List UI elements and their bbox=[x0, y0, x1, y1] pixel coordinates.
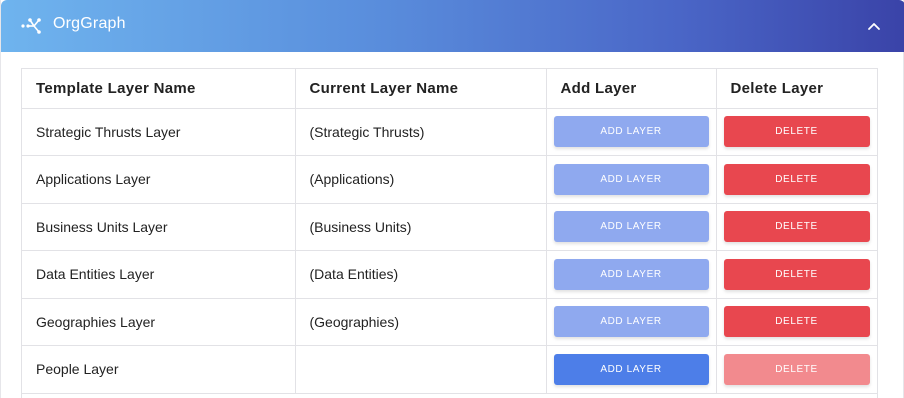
add-layer-button[interactable]: ADD LAYER bbox=[553, 163, 709, 195]
table-row: Applications Layer (Applications) ADD LA… bbox=[22, 155, 878, 204]
current-layer-name: (Data Entities) bbox=[295, 250, 547, 299]
delete-cell: DELETE bbox=[716, 203, 878, 251]
table-row: Data Entities Layer (Data Entities) ADD … bbox=[22, 250, 878, 299]
add-layer-button[interactable]: ADD LAYER bbox=[553, 211, 709, 243]
add-cell: ADD LAYER bbox=[546, 345, 717, 394]
delete-layer-button[interactable]: DELETE bbox=[723, 163, 870, 195]
table-row: Business Units Layer (Business Units) AD… bbox=[22, 203, 878, 251]
delete-cell: DELETE bbox=[716, 298, 878, 346]
template-layer-name: Data Entities Layer bbox=[22, 250, 296, 299]
template-layer-name: Business Units Layer bbox=[22, 203, 296, 251]
delete-cell: DELETE bbox=[716, 250, 878, 299]
template-layer-name: Applications Layer bbox=[22, 155, 296, 204]
delete-layer-button[interactable]: DELETE bbox=[723, 116, 870, 148]
table-row: Geographies Layer (Geographies) ADD LAYE… bbox=[22, 298, 878, 346]
delete-cell: DELETE bbox=[716, 345, 878, 394]
delete-layer-button[interactable]: DELETE bbox=[723, 306, 870, 338]
current-layer-name: (Business Units) bbox=[295, 203, 547, 251]
add-cell: ADD LAYER bbox=[546, 203, 717, 251]
panel-header: OrgGraph bbox=[1, 0, 904, 52]
table-header-row: Template Layer Name Current Layer Name A… bbox=[22, 69, 878, 109]
network-graph-icon bbox=[21, 18, 41, 34]
delete-layer-button[interactable]: DELETE bbox=[723, 258, 870, 290]
column-header-delete: Delete Layer bbox=[716, 69, 878, 109]
column-header-template: Template Layer Name bbox=[22, 69, 296, 109]
layers-table: Template Layer Name Current Layer Name A… bbox=[22, 69, 878, 394]
layers-table-container: Template Layer Name Current Layer Name A… bbox=[21, 68, 878, 398]
column-header-add: Add Layer bbox=[546, 69, 717, 109]
current-layer-name: (Geographies) bbox=[295, 298, 547, 346]
add-layer-button[interactable]: ADD LAYER bbox=[553, 353, 709, 385]
add-cell: ADD LAYER bbox=[546, 108, 717, 156]
column-header-current: Current Layer Name bbox=[295, 69, 547, 109]
delete-layer-button[interactable]: DELETE bbox=[723, 353, 870, 385]
current-layer-name: (Applications) bbox=[295, 155, 547, 204]
template-layer-name: Strategic Thrusts Layer bbox=[22, 108, 296, 156]
add-cell: ADD LAYER bbox=[546, 250, 717, 299]
add-cell: ADD LAYER bbox=[546, 155, 717, 204]
table-row: People Layer ADD LAYER DELETE bbox=[22, 345, 878, 394]
app-title: OrgGraph bbox=[53, 15, 126, 32]
add-layer-button[interactable]: ADD LAYER bbox=[553, 306, 709, 338]
template-layer-name: Geographies Layer bbox=[22, 298, 296, 346]
delete-cell: DELETE bbox=[716, 108, 878, 156]
add-cell: ADD LAYER bbox=[546, 298, 717, 346]
add-layer-button[interactable]: ADD LAYER bbox=[553, 258, 709, 290]
add-layer-button[interactable]: ADD LAYER bbox=[553, 116, 709, 148]
table-row: Strategic Thrusts Layer (Strategic Thrus… bbox=[22, 108, 878, 156]
current-layer-name bbox=[295, 345, 547, 394]
template-layer-name: People Layer bbox=[22, 345, 296, 394]
orggraph-panel: OrgGraph Template Layer Name Current Lay… bbox=[0, 0, 904, 398]
chevron-up-icon[interactable] bbox=[863, 15, 885, 37]
current-layer-name: (Strategic Thrusts) bbox=[295, 108, 547, 156]
delete-cell: DELETE bbox=[716, 155, 878, 204]
delete-layer-button[interactable]: DELETE bbox=[723, 211, 870, 243]
